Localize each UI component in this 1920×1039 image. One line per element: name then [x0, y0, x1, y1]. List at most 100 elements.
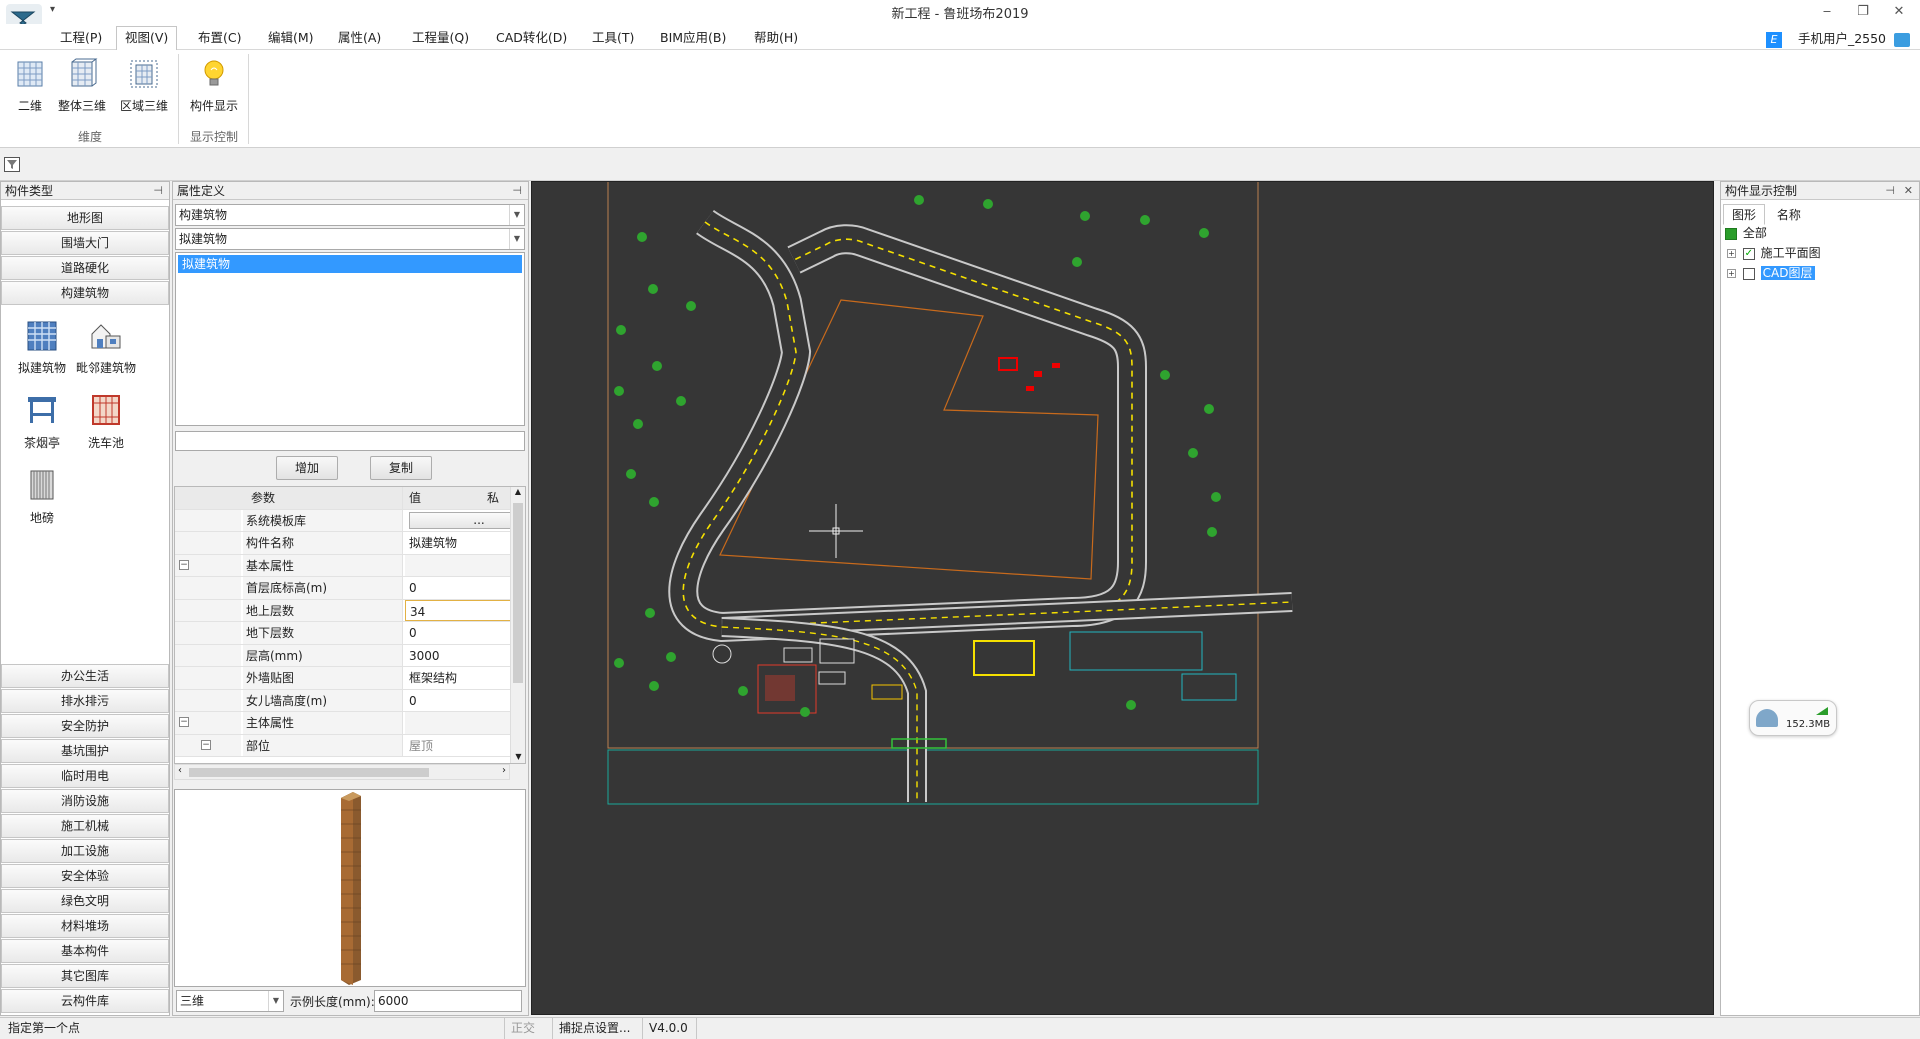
name-input[interactable]	[175, 431, 525, 451]
horizontal-scrollbar[interactable]: ‹ ›	[174, 764, 510, 780]
site-plan-drawing[interactable]	[532, 182, 1714, 1015]
component-proposed-building[interactable]: 拟建筑物	[11, 318, 73, 376]
tab-graphic[interactable]: 图形	[1723, 204, 1766, 225]
category-other-lib[interactable]: 其它图库	[1, 964, 169, 988]
user-area[interactable]: E 手机用户_2550	[1765, 28, 1910, 48]
expand-icon[interactable]: +	[1727, 249, 1736, 258]
param-value-selected[interactable]: 34	[405, 599, 525, 621]
expand-icon[interactable]: +	[1727, 269, 1736, 278]
pin-icon[interactable]: ⊣	[512, 182, 522, 200]
scroll-left-icon[interactable]: ‹	[178, 765, 182, 776]
category-safety[interactable]: 安全防护	[1, 714, 169, 738]
menu-project[interactable]: 工程(P)	[52, 27, 110, 50]
menu-cad-convert[interactable]: CAD转化(D)	[488, 27, 575, 50]
memory-widget[interactable]: 152.3MB	[1749, 700, 1837, 736]
view-whole-3d-button[interactable]: 整体三维	[54, 56, 110, 124]
add-button[interactable]: 增加	[276, 456, 338, 480]
scroll-thumb[interactable]	[189, 768, 429, 777]
component-display-button[interactable]: 构件显示	[186, 56, 242, 124]
category-select[interactable]: 构建筑物 ▼	[175, 204, 525, 226]
category-material-yard[interactable]: 材料堆场	[1, 914, 169, 938]
category-pit-support[interactable]: 基坑围护	[1, 739, 169, 763]
collapse-icon[interactable]: −	[201, 739, 211, 750]
param-value[interactable]: 0	[405, 690, 525, 712]
chevron-down-icon[interactable]: ▼	[268, 991, 283, 1011]
chevron-down-icon[interactable]: ▼	[509, 229, 524, 249]
office-block[interactable]	[783, 647, 813, 663]
user-name[interactable]: 手机用户_2550	[1798, 31, 1886, 46]
scroll-thumb[interactable]	[513, 503, 523, 683]
ortho-toggle[interactable]: 正交	[504, 1018, 541, 1039]
tree-item-all[interactable]: 全部	[1725, 224, 1767, 242]
category-structures[interactable]: 构建筑物	[1, 281, 169, 305]
menu-attributes[interactable]: 属性(A)	[330, 27, 389, 50]
category-wall-gate[interactable]: 围墙大门	[1, 231, 169, 255]
close-button[interactable]: ✕	[1884, 2, 1914, 22]
view-region-3d-button[interactable]: 区域三维	[116, 56, 172, 124]
component-adjacent-building[interactable]: 毗邻建筑物	[75, 318, 137, 376]
pin-icon[interactable]: ⊣	[153, 182, 163, 200]
car-wash-area[interactable]	[973, 640, 1035, 676]
pin-icon[interactable]: ⊣	[1885, 182, 1895, 200]
sample-length-input[interactable]: 6000	[374, 990, 522, 1012]
category-machinery[interactable]: 施工机械	[1, 814, 169, 838]
vertical-scrollbar[interactable]: ▲ ▼	[510, 487, 525, 763]
close-icon[interactable]: ✕	[1904, 182, 1913, 200]
category-fire[interactable]: 消防设施	[1, 789, 169, 813]
office-block[interactable]	[818, 671, 846, 685]
minimize-button[interactable]: ‒	[1812, 2, 1842, 22]
collapse-icon[interactable]: −	[179, 717, 189, 727]
tab-name[interactable]: 名称	[1769, 205, 1809, 224]
equipment-marker[interactable]	[998, 357, 1018, 371]
preview-mode-select[interactable]: 三维 ▼	[176, 990, 284, 1012]
chat-icon[interactable]	[1894, 32, 1910, 47]
chevron-down-icon[interactable]: ▼	[509, 205, 524, 225]
tree-item-site-plan[interactable]: + ✓ 施工平面图	[1727, 244, 1821, 262]
component-weighbridge[interactable]: 地磅	[11, 468, 73, 526]
filter-icon[interactable]	[4, 157, 20, 172]
category-safety-exp[interactable]: 安全体验	[1, 864, 169, 888]
tree-item-cad-layer[interactable]: + CAD图层	[1727, 264, 1815, 282]
menu-help[interactable]: 帮助(H)	[746, 27, 806, 50]
category-terrain[interactable]: 地形图	[1, 206, 169, 230]
scroll-up-icon[interactable]: ▲	[511, 487, 525, 496]
param-value[interactable]: 屋顶	[405, 735, 525, 757]
dormitory-block[interactable]	[1181, 673, 1237, 701]
pavilion-mark[interactable]	[712, 644, 732, 664]
template-browse-button[interactable]: ...	[409, 511, 525, 529]
scroll-right-icon[interactable]: ›	[502, 765, 506, 776]
category-green[interactable]: 绿色文明	[1, 889, 169, 913]
category-processing[interactable]: 加工设施	[1, 839, 169, 863]
menu-layout[interactable]: 布置(C)	[190, 27, 249, 50]
checkbox-unchecked[interactable]	[1742, 267, 1755, 280]
storage-shed[interactable]	[871, 684, 903, 700]
menu-quantity[interactable]: 工程量(Q)	[404, 27, 477, 50]
scroll-down-icon[interactable]: ▼	[511, 752, 525, 761]
component-smoking-pavilion[interactable]: 茶烟亭	[11, 393, 73, 451]
restore-button[interactable]: ❐	[1848, 2, 1878, 22]
menu-tools[interactable]: 工具(T)	[584, 27, 642, 50]
snap-settings-button[interactable]: 捕捉点设置...	[552, 1018, 636, 1039]
component-car-wash[interactable]: 洗车池	[75, 393, 137, 451]
collapse-icon[interactable]: −	[179, 559, 189, 570]
param-value[interactable]: ...	[405, 510, 525, 532]
road-loop[interactable]	[668, 209, 1147, 643]
param-value[interactable]: 框架结构	[405, 667, 525, 689]
drawing-canvas[interactable]	[531, 181, 1714, 1015]
category-road[interactable]: 道路硬化	[1, 256, 169, 280]
list-item[interactable]: 拟建筑物	[178, 255, 522, 273]
param-value[interactable]: 3000	[405, 645, 525, 667]
type-select[interactable]: 拟建筑物 ▼	[175, 228, 525, 250]
menu-view[interactable]: 视图(V)	[116, 26, 178, 51]
copy-button[interactable]: 复制	[370, 456, 432, 480]
view-2d-button[interactable]: 二维	[2, 56, 58, 124]
category-temp-power[interactable]: 临时用电	[1, 764, 169, 788]
category-drainage[interactable]: 排水排污	[1, 689, 169, 713]
param-value[interactable]: 0	[405, 577, 525, 599]
category-cloud-lib[interactable]: 云构件库	[1, 989, 169, 1013]
menu-bim[interactable]: BIM应用(B)	[652, 27, 734, 50]
menu-edit[interactable]: 编辑(M)	[260, 27, 322, 50]
param-value[interactable]: 0	[405, 622, 525, 644]
category-basic[interactable]: 基本构件	[1, 939, 169, 963]
dormitory-block[interactable]	[1069, 631, 1203, 671]
